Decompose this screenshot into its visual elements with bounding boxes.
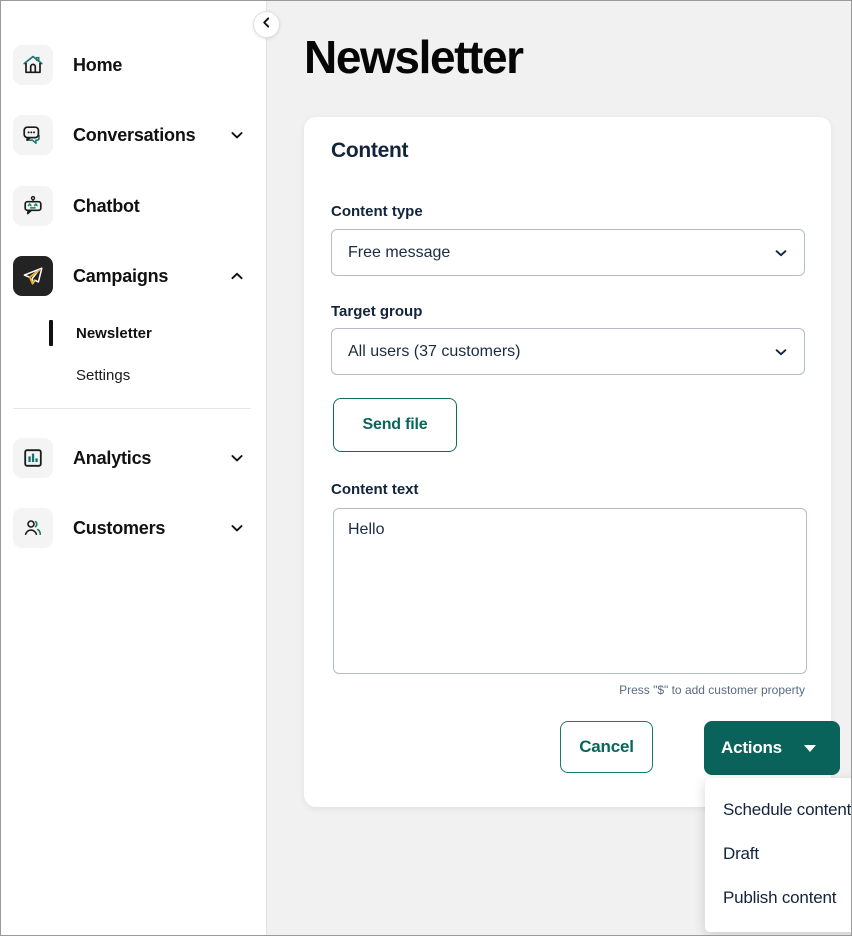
paper-plane-icon	[13, 256, 53, 296]
chevron-down-icon[interactable]	[229, 520, 245, 536]
menu-item-publish-content[interactable]: Publish content	[705, 876, 851, 920]
sidebar-item-settings[interactable]: Settings	[1, 358, 267, 392]
content-text-hint: Press "$" to add customer property	[619, 683, 805, 697]
actions-button[interactable]: Actions	[704, 721, 840, 775]
robot-icon	[13, 186, 53, 226]
sidebar-collapse-button[interactable]	[253, 11, 280, 38]
content-type-select[interactable]: Free message	[331, 229, 805, 276]
active-indicator-bar	[49, 320, 53, 346]
people-icon	[13, 508, 53, 548]
bar-chart-icon	[13, 438, 53, 478]
cancel-button[interactable]: Cancel	[560, 721, 653, 773]
content-text-label: Content text	[331, 481, 419, 498]
sidebar-item-chatbot[interactable]: Chatbot	[1, 178, 267, 234]
target-group-value: All users (37 customers)	[348, 342, 521, 360]
sidebar: Home Conversations Chatbot Campaigns New…	[1, 1, 267, 935]
sidebar-item-label: Home	[73, 54, 123, 75]
chevron-down-icon	[773, 344, 789, 360]
app-window: Home Conversations Chatbot Campaigns New…	[0, 0, 852, 936]
home-icon	[13, 45, 53, 85]
actions-button-label: Actions	[721, 738, 782, 757]
menu-item-schedule-content[interactable]: Schedule content	[705, 788, 851, 832]
sidebar-item-label: Analytics	[73, 447, 152, 468]
main-content: Newsletter Content Content type Free mes…	[268, 1, 851, 935]
chevron-down-icon[interactable]	[229, 127, 245, 143]
target-group-select[interactable]: All users (37 customers)	[331, 328, 805, 375]
sidebar-item-home[interactable]: Home	[1, 37, 267, 93]
page-title: Newsletter	[304, 31, 524, 83]
sidebar-item-label: Customers	[73, 517, 166, 538]
sidebar-subitem-label: Settings	[76, 366, 131, 384]
chat-bubbles-icon	[13, 115, 53, 155]
card-title: Content	[331, 139, 409, 162]
sidebar-item-label: Chatbot	[73, 195, 140, 216]
content-type-label: Content type	[331, 203, 423, 220]
sidebar-item-label: Conversations	[73, 124, 196, 145]
sidebar-subitem-label: Newsletter	[76, 324, 152, 342]
chevron-down-icon[interactable]	[229, 450, 245, 466]
chevron-left-icon	[260, 16, 273, 34]
sidebar-item-analytics[interactable]: Analytics	[1, 430, 267, 486]
sidebar-item-customers[interactable]: Customers	[1, 500, 267, 556]
content-text-input[interactable]	[333, 508, 807, 674]
chevron-down-icon	[773, 245, 789, 261]
caret-down-icon	[803, 744, 816, 752]
content-card: Content Content type Free message Target…	[304, 117, 851, 932]
menu-item-draft[interactable]: Draft	[705, 832, 851, 876]
sidebar-item-newsletter[interactable]: Newsletter	[1, 316, 267, 350]
send-file-button[interactable]: Send file	[333, 398, 457, 452]
content-type-value: Free message	[348, 243, 451, 261]
sidebar-item-campaigns[interactable]: Campaigns	[1, 248, 267, 304]
chevron-up-icon[interactable]	[229, 268, 245, 284]
sidebar-item-conversations[interactable]: Conversations	[1, 107, 267, 163]
sidebar-divider	[13, 408, 251, 409]
sidebar-item-label: Campaigns	[73, 265, 169, 286]
target-group-label: Target group	[331, 303, 423, 320]
actions-dropdown-menu: Schedule content Draft Publish content	[705, 778, 851, 932]
